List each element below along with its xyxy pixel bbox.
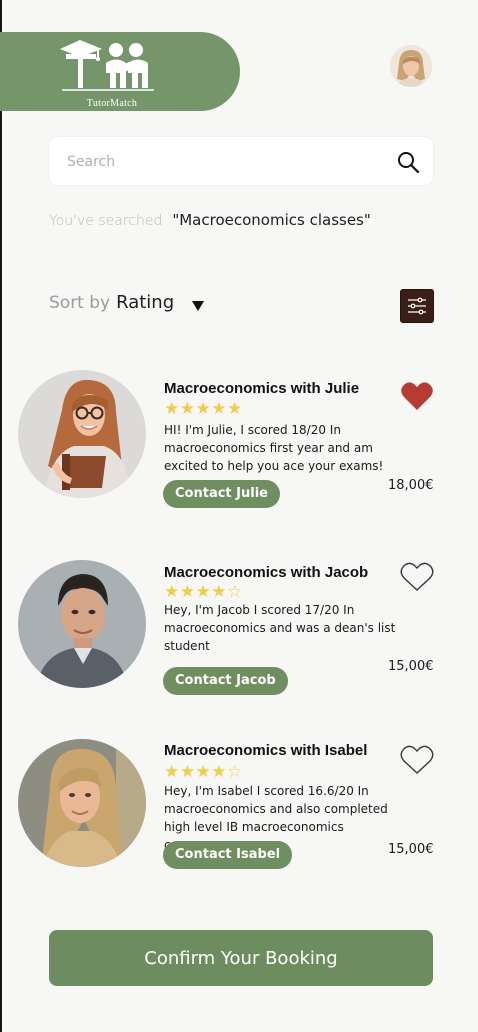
tutormatch-logo-icon	[60, 40, 154, 91]
sort-label: Sort by	[49, 293, 111, 313]
searched-prefix: You've searched	[49, 213, 163, 229]
tutor-title: Macroeconomics with Jacob	[164, 564, 369, 581]
brand-name: TutorMatch	[86, 98, 138, 109]
tutor-photo-jacob-image	[18, 560, 146, 688]
tutor-title: Macroeconomics with Julie	[164, 380, 360, 397]
caret-down-icon[interactable]	[191, 300, 205, 312]
sliders-icon	[408, 297, 426, 315]
heart-icon[interactable]	[400, 744, 434, 776]
filter-button[interactable]	[401, 290, 433, 322]
contact-isabel-button[interactable]: Contact Isabel	[163, 841, 293, 869]
tutor-description: Hey, I'm Jacob I scored 17/20 In macroec…	[164, 603, 396, 653]
rating-stars: ★★★★☆	[164, 763, 243, 781]
sort-selector[interactable]: Sort by Rating	[49, 292, 174, 313]
tutor-card-julie: Macroeconomics with Julie ★★★★★ HI! I'm …	[0, 368, 478, 518]
search-icon[interactable]	[396, 150, 420, 174]
searched-query-line: You've searched "Macroeconomics classes"	[49, 211, 371, 229]
contact-julie-button[interactable]: Contact Julie	[163, 480, 280, 508]
sort-value: Rating	[116, 292, 175, 313]
header-logo-panel: TutorMatch	[0, 32, 240, 111]
tutor-price: 18,00€	[388, 478, 434, 493]
tutor-photo-jacob	[18, 560, 146, 688]
heart-icon[interactable]	[400, 380, 434, 412]
searched-query: "Macroeconomics classes"	[172, 211, 371, 229]
star-rating-text: ★★★★☆	[164, 582, 243, 601]
star-rating-text: ★★★★★	[164, 399, 243, 418]
contact-jacob-button[interactable]: Contact Jacob	[163, 667, 288, 695]
tutor-price: 15,00€	[388, 659, 434, 674]
tutor-search-screen: TutorMatch You've searched "Macroeconomic…	[0, 0, 478, 1032]
user-avatar-image	[390, 45, 432, 87]
confirm-booking-button[interactable]: Confirm Your Booking	[49, 930, 433, 986]
tutor-card-jacob: Macroeconomics with Jacob ★★★★☆ Hey, I'm…	[0, 558, 478, 708]
rating-stars: ★★★★☆	[164, 583, 243, 601]
tutor-photo-julie	[18, 370, 146, 498]
tutor-title: Macroeconomics with Isabel	[164, 742, 368, 759]
tutor-description: HI! I'm Julie, I scored 18/20 In macroec…	[164, 423, 384, 473]
search-input[interactable]	[65, 149, 379, 175]
tutor-photo-julie-image	[18, 370, 146, 498]
heart-icon[interactable]	[400, 561, 434, 593]
tutor-photo-isabel-image	[18, 739, 146, 867]
tutor-price: 15,00€	[388, 842, 434, 857]
search-bar	[49, 137, 433, 185]
rating-stars: ★★★★★	[164, 400, 243, 418]
user-avatar[interactable]	[390, 45, 432, 87]
tutor-photo-isabel	[18, 739, 146, 867]
tutor-card-isabel: Macroeconomics with Isabel ★★★★☆ Hey, I'…	[0, 736, 478, 886]
star-rating-text: ★★★★☆	[164, 762, 243, 781]
